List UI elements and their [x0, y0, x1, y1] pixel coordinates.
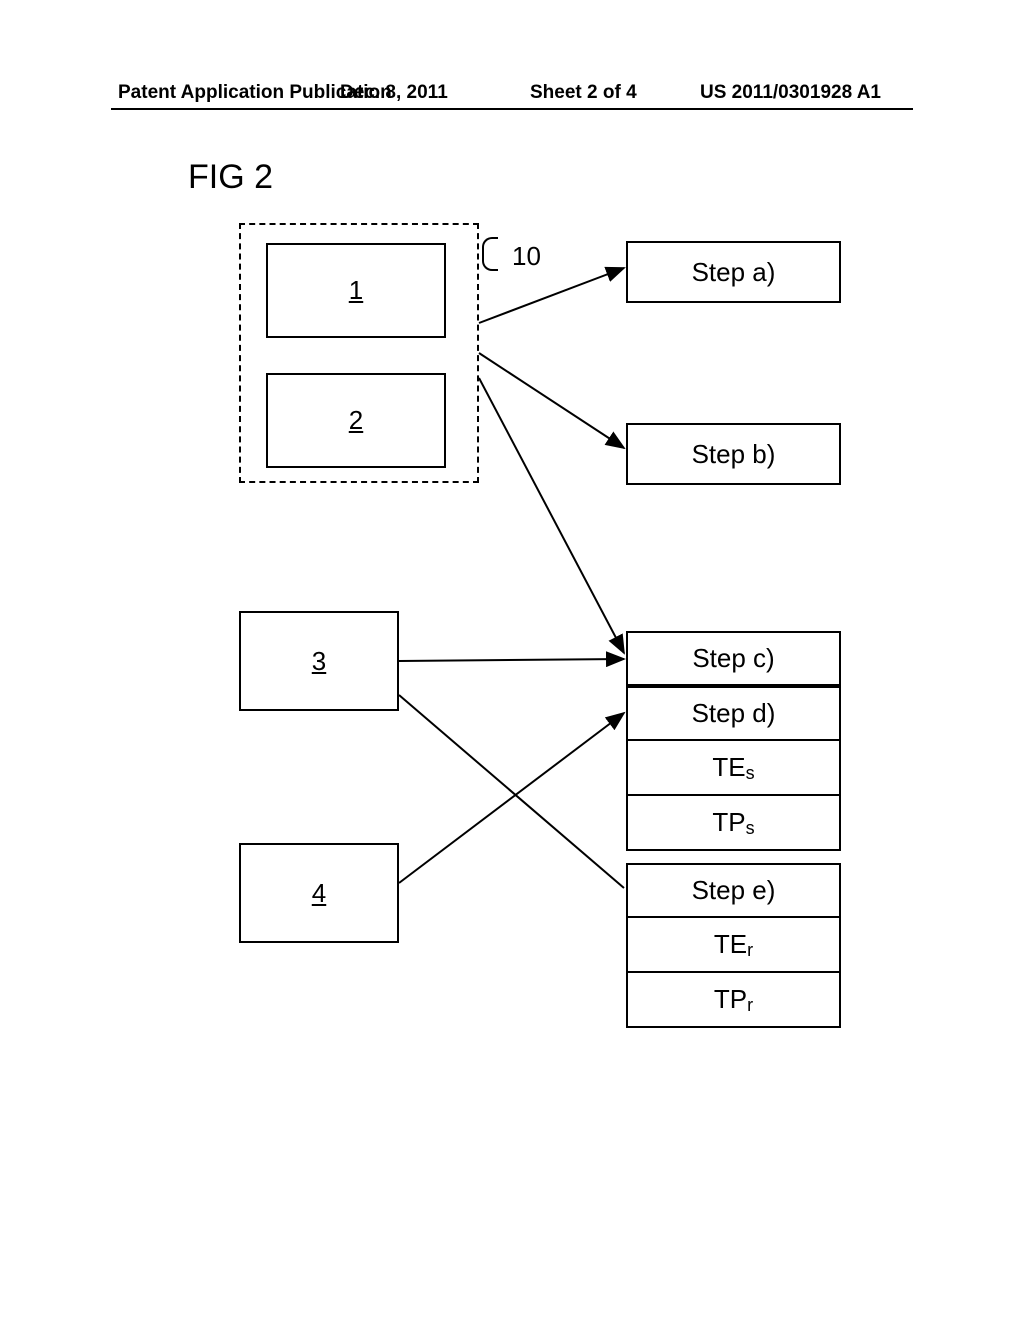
reference-label-10: 10 [512, 241, 541, 272]
header-sheet: Sheet 2 of 4 [530, 82, 637, 104]
arrow-10-to-a [479, 268, 624, 323]
step-d-row1: TEs [626, 741, 841, 796]
step-e-row1-base: TE [714, 929, 747, 960]
step-d-row2-base: TP [712, 807, 745, 838]
arrow-10-to-b [479, 353, 624, 448]
block-4: 4 [239, 843, 399, 943]
header-pubno: US 2011/0301928 A1 [700, 82, 881, 104]
block-4-label: 4 [312, 878, 326, 909]
page-header: Patent Application Publication Dec. 8, 2… [0, 82, 1024, 104]
arrow-4-to-d [399, 713, 624, 883]
step-a-box: Step a) [626, 241, 841, 303]
diagram-fig2: 1 2 3 4 10 Step a) Step b) Step c) Step … [186, 223, 886, 1043]
block-3: 3 [239, 611, 399, 711]
figure-label: FIG 2 [188, 158, 273, 197]
bracket-icon [482, 237, 498, 271]
block-2-label: 2 [349, 405, 363, 436]
step-e-row2-base: TP [714, 984, 747, 1015]
step-e-label: Step e) [626, 863, 841, 918]
step-b-box: Step b) [626, 423, 841, 485]
step-e-box: Step e) TEr TPr [626, 863, 841, 1028]
block-1: 1 [266, 243, 446, 338]
block-2: 2 [266, 373, 446, 468]
step-c-box: Step c) [626, 631, 841, 686]
step-d-row1-sub: s [746, 763, 755, 784]
step-d-row1-base: TE [712, 752, 745, 783]
step-c-label: Step c) [692, 643, 774, 674]
arrow-3-to-c [399, 659, 624, 661]
step-b-label: Step b) [692, 439, 776, 470]
step-e-row1-sub: r [747, 940, 753, 961]
step-e-row2-sub: r [747, 995, 753, 1016]
step-a-label: Step a) [692, 257, 776, 288]
step-d-box: Step d) TEs TPs [626, 686, 841, 851]
step-d-row2: TPs [626, 796, 841, 851]
line-3-to-e [399, 695, 624, 888]
header-date: Dec. 8, 2011 [340, 82, 448, 104]
step-d-row2-sub: s [746, 818, 755, 839]
block-3-label: 3 [312, 646, 326, 677]
step-e-row1: TEr [626, 918, 841, 973]
block-1-label: 1 [349, 275, 363, 306]
arrow-10-to-c [479, 378, 624, 653]
step-e-row2: TPr [626, 973, 841, 1028]
step-d-label: Step d) [626, 686, 841, 741]
header-rule [111, 108, 913, 110]
